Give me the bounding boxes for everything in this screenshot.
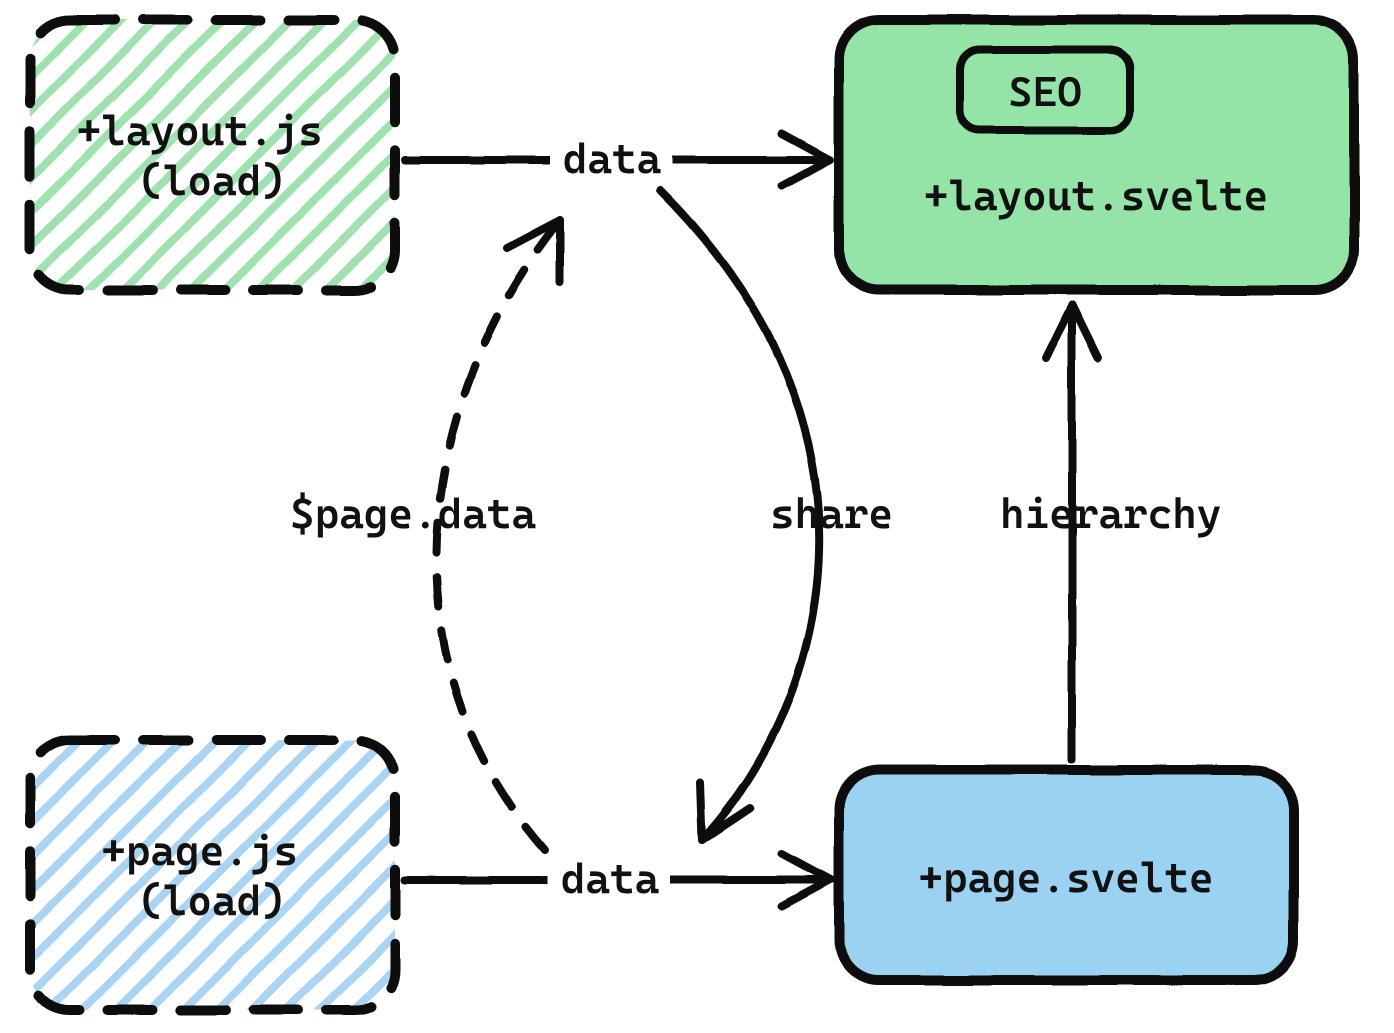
edge-page-data-dashed-label: $page.data [290,489,536,538]
edge-share-label: share [770,489,893,538]
node-layout-svelte [839,20,1354,290]
edge-layout-data-label: data [563,134,661,183]
node-layout-js [30,20,395,290]
node-layout-svelte-label: +layout.svelte [924,171,1269,220]
badge-seo-label: SEO [1008,67,1082,116]
node-page-svelte-label: +page.svelte [918,853,1213,902]
edge-page-data-label: data [561,854,659,903]
edge-hierarchy-label: hierarchy [1000,489,1221,538]
node-page-js [30,740,395,1010]
